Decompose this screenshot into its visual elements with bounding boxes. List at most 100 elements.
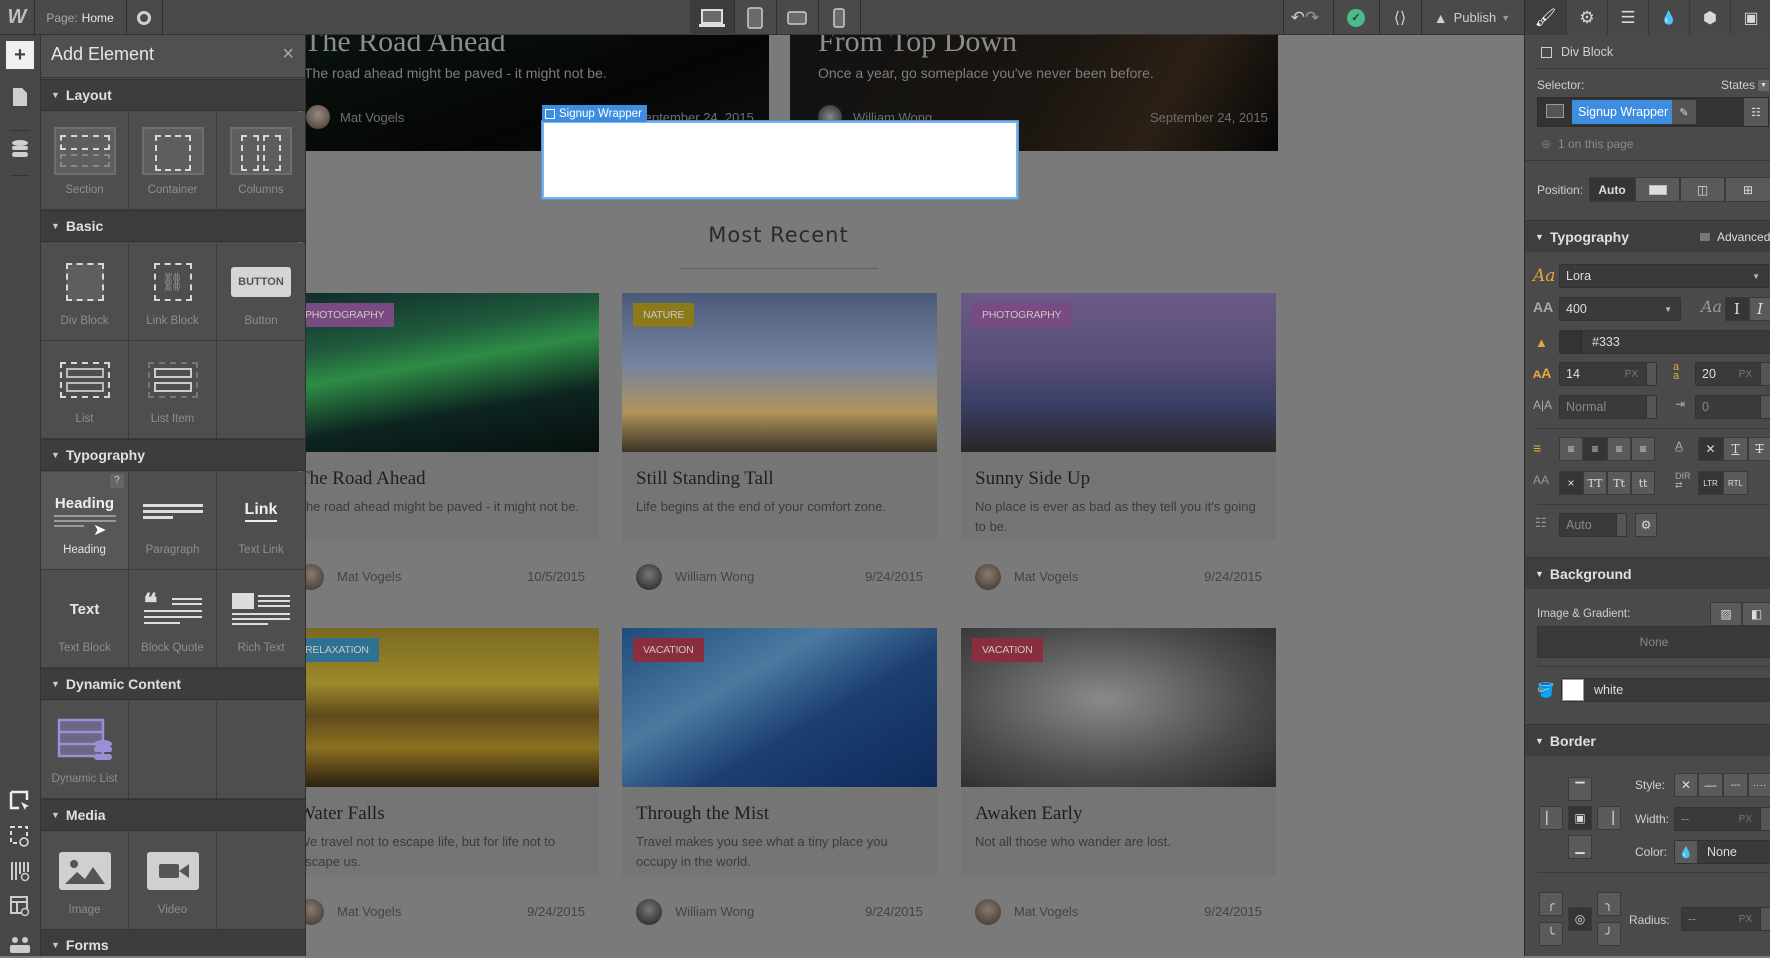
- typography-section-header[interactable]: ▼ Typography Advanced: [1525, 220, 1770, 252]
- radius-bottom-right-button[interactable]: ╯: [1597, 922, 1621, 946]
- preview-box-icon[interactable]: [6, 822, 34, 850]
- add-gradient-button[interactable]: ◧: [1742, 602, 1770, 626]
- add-element-icon[interactable]: +: [6, 41, 34, 69]
- element-block-quote[interactable]: ❝ Block Quote: [129, 570, 217, 668]
- position-absolute-button[interactable]: ◫: [1680, 177, 1725, 202]
- element-container[interactable]: Container: [129, 112, 217, 210]
- section-header-basic[interactable]: ▼ Basic: [41, 210, 305, 242]
- undo-redo[interactable]: ↶ ↷: [1283, 0, 1327, 35]
- font-weight-select[interactable]: 400 ▼: [1559, 297, 1681, 321]
- pages-icon[interactable]: [6, 83, 34, 111]
- tab-assets[interactable]: ▣: [1730, 0, 1770, 35]
- font-family-select[interactable]: Lora ▼: [1559, 264, 1769, 288]
- position-relative-button[interactable]: [1635, 177, 1680, 202]
- states-label[interactable]: States: [1721, 78, 1755, 92]
- element-link-block[interactable]: ⛓ Link Block: [129, 243, 217, 341]
- case-none-button[interactable]: ×: [1559, 471, 1583, 495]
- text-color-field[interactable]: #333: [1559, 330, 1770, 354]
- category-tag[interactable]: PHOTOGRAPHY: [972, 303, 1072, 327]
- element-dynamic-list[interactable]: Dynamic List: [41, 701, 129, 799]
- section-header-media[interactable]: ▼ Media: [41, 799, 305, 831]
- font-style-normal-button[interactable]: I: [1725, 297, 1749, 321]
- cms-database-icon[interactable]: [6, 135, 34, 163]
- post-title[interactable]: Sunny Side Up: [975, 468, 1090, 490]
- font-style-italic-button[interactable]: I: [1749, 297, 1770, 321]
- case-upper-button[interactable]: TT: [1583, 471, 1607, 495]
- element-paragraph[interactable]: Paragraph: [129, 472, 217, 570]
- element-heading[interactable]: ? Heading Heading ➤: [41, 472, 129, 570]
- post-card[interactable]: PHOTOGRAPHY The Road Ahead The road ahead …: [306, 293, 599, 619]
- element-list[interactable]: List: [41, 341, 129, 439]
- position-auto-button[interactable]: Auto: [1589, 177, 1635, 202]
- border-width-input[interactable]: -- PX: [1674, 807, 1770, 831]
- webflow-logo[interactable]: W: [0, 0, 34, 35]
- border-right-button[interactable]: ▕: [1597, 806, 1621, 830]
- help-icon[interactable]: ?: [110, 474, 124, 488]
- device-mobile-portrait-button[interactable]: [818, 0, 860, 35]
- post-title[interactable]: Still Standing Tall: [636, 468, 774, 490]
- category-tag[interactable]: VACATION: [633, 638, 704, 662]
- design-canvas[interactable]: The Road Ahead The road ahead might be p…: [306, 35, 1524, 956]
- post-title[interactable]: Water Falls: [306, 803, 385, 825]
- background-section-header[interactable]: ▼ Background: [1525, 557, 1770, 589]
- decoration-underline-button[interactable]: T: [1723, 437, 1748, 461]
- element-columns[interactable]: Columns: [217, 112, 305, 210]
- border-style-dashed-button[interactable]: ---: [1723, 773, 1748, 797]
- border-style-none-button[interactable]: ✕: [1674, 773, 1698, 797]
- border-left-button[interactable]: ▏: [1539, 806, 1563, 830]
- tab-symbols[interactable]: ⬢: [1689, 0, 1730, 35]
- post-author[interactable]: Mat Vogels: [337, 904, 401, 919]
- undo-icon[interactable]: ↶: [1291, 8, 1305, 28]
- columns-settings-button[interactable]: ⚙: [1635, 513, 1657, 537]
- device-tablet-button[interactable]: [734, 0, 776, 35]
- border-style-solid-button[interactable]: —: [1698, 773, 1723, 797]
- post-title[interactable]: Through the Mist: [636, 803, 769, 825]
- element-list-item[interactable]: List Item: [129, 341, 217, 439]
- border-style-dotted-button[interactable]: ····: [1748, 773, 1770, 797]
- users-icon[interactable]: [6, 930, 34, 958]
- grid-preview-icon[interactable]: [6, 857, 34, 885]
- align-left-button[interactable]: ≡: [1559, 437, 1583, 461]
- post-card[interactable]: VACATION Awaken Early Not all those who wa…: [961, 628, 1276, 954]
- tab-style[interactable]: 🖌: [1525, 0, 1566, 35]
- align-justify-button[interactable]: ≡: [1631, 437, 1655, 461]
- post-author[interactable]: Mat Vogels: [1014, 569, 1078, 584]
- case-lower-button[interactable]: tt: [1631, 471, 1655, 495]
- direction-ltr-button[interactable]: LTR: [1698, 471, 1723, 495]
- category-tag[interactable]: NATURE: [633, 303, 695, 327]
- element-section[interactable]: Section: [41, 112, 129, 210]
- text-indent-input[interactable]: 0: [1695, 395, 1770, 419]
- border-top-button[interactable]: ▔: [1568, 777, 1592, 801]
- states-dropdown-icon[interactable]: ▼: [1758, 80, 1769, 91]
- background-color-field[interactable]: white: [1561, 678, 1770, 702]
- case-capitalize-button[interactable]: Tt: [1607, 471, 1631, 495]
- section-header-layout[interactable]: ▼ Layout: [41, 79, 305, 111]
- border-section-header[interactable]: ▼ Border: [1525, 724, 1770, 756]
- selector-field[interactable]: Signup Wrapper ✎ ☷: [1537, 97, 1769, 127]
- post-card[interactable]: RELAXATION Water Falls We travel not to es…: [306, 628, 599, 954]
- font-size-input[interactable]: 14 PX: [1559, 362, 1657, 386]
- preview-button[interactable]: [126, 0, 162, 35]
- letter-spacing-input[interactable]: Normal: [1559, 395, 1657, 419]
- border-color-field[interactable]: 💧 None: [1674, 840, 1770, 864]
- element-text-block[interactable]: Text Text Block: [41, 570, 129, 668]
- color-swatch[interactable]: [1560, 331, 1582, 353]
- radius-top-left-button[interactable]: ╭: [1539, 892, 1563, 916]
- element-video[interactable]: Video: [129, 832, 217, 930]
- add-image-button[interactable]: ▨: [1710, 602, 1742, 626]
- border-all-button[interactable]: ▣: [1568, 806, 1592, 830]
- columns-input[interactable]: Auto: [1559, 513, 1627, 537]
- site-status-button[interactable]: ✓: [1333, 0, 1379, 35]
- decoration-strike-button[interactable]: T: [1748, 437, 1770, 461]
- radius-top-right-button[interactable]: ╮: [1597, 892, 1621, 916]
- radius-bottom-left-button[interactable]: ╰: [1539, 922, 1563, 946]
- element-text-link[interactable]: Link Text Link: [217, 472, 305, 570]
- post-title[interactable]: Awaken Early: [975, 803, 1082, 825]
- section-header-dynamic-content[interactable]: ▼ Dynamic Content: [41, 668, 305, 700]
- align-right-button[interactable]: ≡: [1607, 437, 1631, 461]
- category-tag[interactable]: RELAXATION: [306, 638, 379, 662]
- page-selector[interactable]: Page: Home: [34, 0, 126, 35]
- publish-button[interactable]: ▲ Publish ▼: [1421, 0, 1523, 35]
- code-export-button[interactable]: ⟨⟩: [1379, 0, 1421, 35]
- selector-class-chip[interactable]: Signup Wrapper: [1572, 100, 1675, 124]
